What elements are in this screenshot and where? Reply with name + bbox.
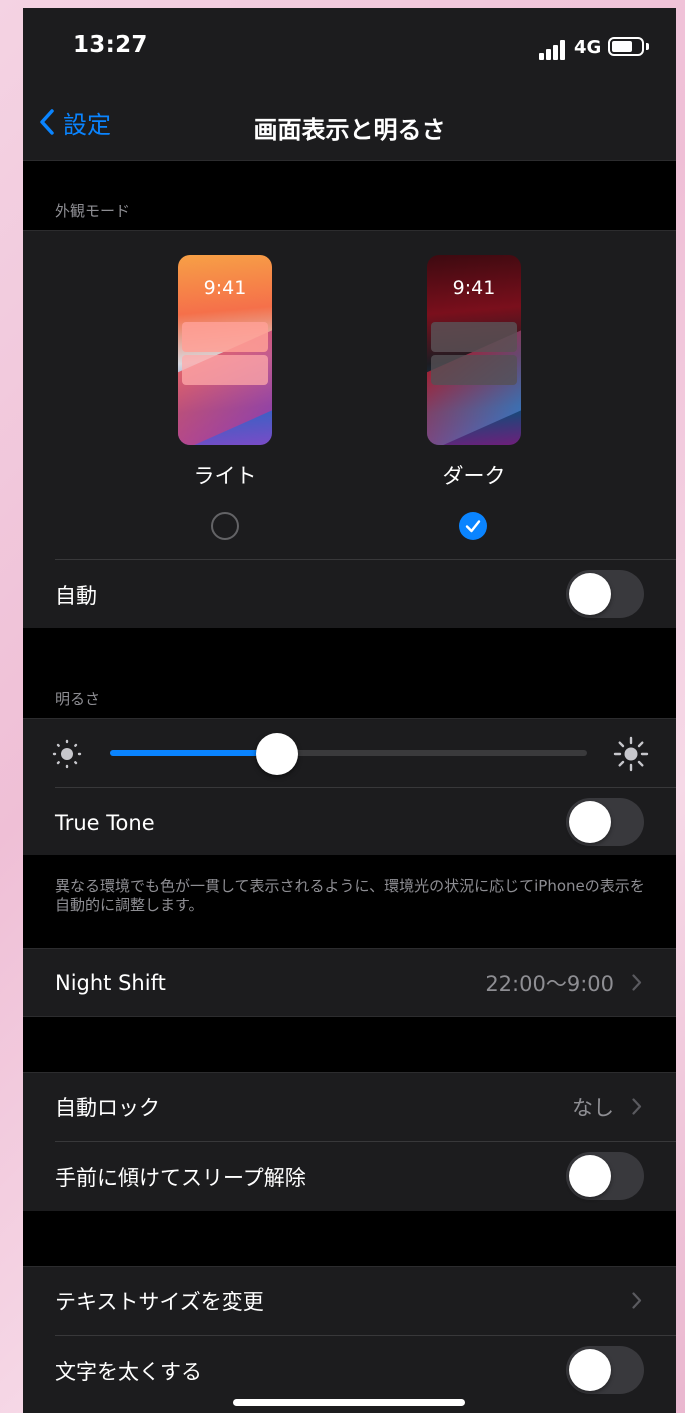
status-time: 13:27 (73, 32, 148, 58)
true-tone-row: True Tone (23, 788, 676, 857)
auto-label: 自動 (55, 583, 97, 608)
text-size-row[interactable]: テキストサイズを変更 (23, 1266, 676, 1335)
toggle-knob (569, 573, 611, 615)
auto-lock-label: 自動ロック (55, 1095, 160, 1120)
dark-preview-time: 9:41 (452, 277, 496, 299)
auto-toggle[interactable] (566, 570, 644, 618)
bold-text-label: 文字を太くする (55, 1359, 202, 1384)
dark-preview-widget (431, 355, 517, 385)
brightness-low-icon (52, 739, 82, 769)
battery-cap (646, 43, 649, 50)
lock-group: 自動ロック なし 手前に傾けてスリープ解除 (23, 1072, 676, 1211)
auto-lock-row[interactable]: 自動ロック なし (23, 1072, 676, 1141)
bold-text-row: 文字を太くする (23, 1336, 676, 1405)
toggle-knob (569, 1349, 611, 1391)
chevron-right-icon (632, 974, 642, 991)
brightness-slider-thumb[interactable] (256, 733, 298, 775)
raise-to-wake-row: 手前に傾けてスリープ解除 (23, 1142, 676, 1211)
text-group: テキストサイズを変更 文字を太くする (23, 1266, 676, 1413)
auto-lock-value: なし (572, 1095, 614, 1120)
toggle-knob (569, 1155, 611, 1197)
bold-text-toggle[interactable] (566, 1346, 644, 1394)
battery-icon (608, 37, 644, 56)
phone-screen: 13:27 4G 設定 画面表示と明るさ 外観モード 9:41 ライト 9:41… (23, 8, 676, 1413)
dark-preview-widget (431, 322, 517, 352)
text-size-label: テキストサイズを変更 (55, 1289, 264, 1314)
light-preview-widget (182, 355, 268, 385)
brightness-section-header: 明るさ (55, 690, 101, 708)
battery-level-fill (612, 41, 632, 52)
raise-to-wake-toggle[interactable] (566, 1152, 644, 1200)
brightness-high-icon (613, 736, 649, 772)
page-title: 画面表示と明るさ (253, 116, 446, 144)
chevron-right-icon (632, 1292, 642, 1309)
light-preview-time: 9:41 (203, 277, 247, 299)
chevron-right-icon (632, 1098, 642, 1115)
true-tone-toggle[interactable] (566, 798, 644, 846)
light-mode-preview[interactable]: 9:41 (178, 255, 272, 445)
network-type: 4G (574, 37, 602, 58)
night-shift-group: Night Shift 22:00〜9:00 (23, 948, 676, 1017)
dark-mode-preview[interactable]: 9:41 (427, 255, 521, 445)
brightness-slider-track[interactable] (110, 750, 587, 756)
navigation-bar: 設定 画面表示と明るさ (23, 86, 676, 161)
appearance-group: 9:41 ライト 9:41 ダーク 自動 (23, 230, 676, 628)
light-preview-widget (182, 322, 268, 352)
night-shift-row[interactable]: Night Shift 22:00〜9:00 (23, 948, 676, 1017)
status-bar: 13:27 4G (23, 8, 676, 86)
auto-appearance-row: 自動 (23, 560, 676, 629)
home-indicator[interactable] (233, 1399, 465, 1406)
toggle-knob (569, 801, 611, 843)
cellular-signal-icon (539, 40, 567, 60)
brightness-slider-fill (110, 750, 277, 756)
night-shift-label: Night Shift (55, 970, 166, 995)
checkmark-icon (465, 520, 481, 533)
light-mode-label: ライト (193, 464, 257, 488)
dark-mode-label: ダーク (442, 464, 506, 488)
dark-mode-radio[interactable] (459, 512, 487, 540)
true-tone-label: True Tone (55, 810, 155, 835)
raise-to-wake-label: 手前に傾けてスリープ解除 (55, 1165, 306, 1190)
light-mode-radio[interactable] (211, 512, 239, 540)
appearance-section-header: 外観モード (55, 202, 131, 220)
night-shift-value: 22:00〜9:00 (485, 971, 614, 996)
true-tone-description: 異なる環境でも色が一貫して表示されるように、環境光の状況に応じてiPhoneの表… (55, 877, 645, 914)
